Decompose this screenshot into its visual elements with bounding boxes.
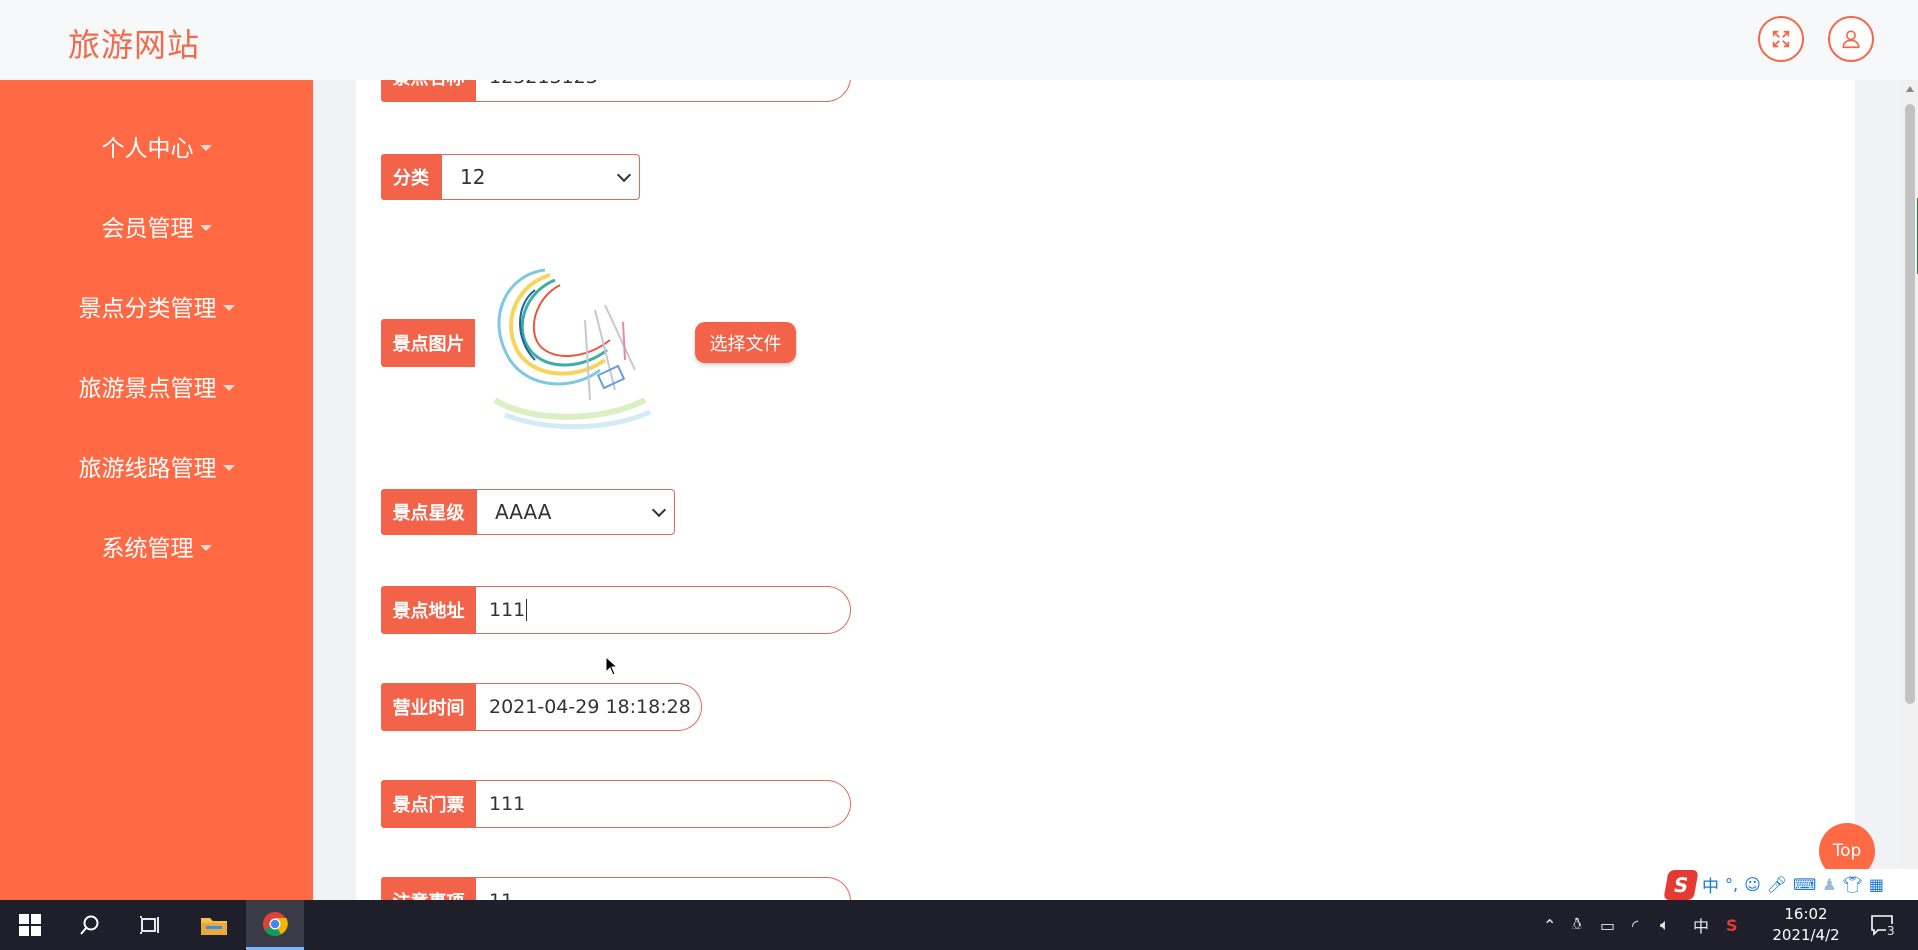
battery-icon[interactable]: ▭ (1600, 900, 1615, 950)
task-view-button[interactable] (128, 900, 172, 950)
sidebar-item-label: 系统管理 (101, 536, 194, 562)
task-view-icon (140, 916, 159, 934)
start-button[interactable] (8, 900, 52, 950)
form-row-name: 景点名称 123213123 (381, 80, 851, 102)
site-title[interactable]: 旅游网站 (68, 20, 200, 66)
sidebar-item-member-management[interactable]: 会员管理 (0, 206, 313, 246)
caret-down-icon (199, 545, 212, 551)
sidebar: 个人中心 会员管理 景点分类管理 旅游景点管理 旅游线路管理 系统管理 (0, 80, 313, 900)
attraction-image-preview (475, 250, 665, 440)
wifi-icon[interactable]: ◜ (1632, 900, 1638, 950)
category-select-value: 12 (460, 165, 486, 189)
form-row-hours: 营业时间 2021-04-29 18:18:28 (381, 683, 702, 731)
notification-center-button[interactable]: 3 (1870, 900, 1896, 950)
chevron-down-icon (616, 167, 632, 182)
search-icon (80, 915, 99, 935)
category-select[interactable]: 12 (441, 154, 640, 200)
page-scrollbar[interactable] (1902, 80, 1918, 900)
clock[interactable]: 16:02 2021/4/2 (1758, 904, 1854, 946)
keyboard-icon[interactable]: ⌨ (1793, 875, 1816, 894)
sidebar-item-personal-center[interactable]: 个人中心 (0, 126, 313, 166)
form-row-category: 分类 12 (381, 154, 640, 200)
form-row-notes: 注意事项 11 (381, 877, 851, 900)
form-row-ticket: 景点门票 111 (381, 780, 851, 828)
volume-icon[interactable]: 🔈︎ (1660, 900, 1670, 950)
windows-taskbar: ⌃ 🐧︎ ▭ ◜ 🔈︎ 中 S 16:02 2021/4/2 3 (0, 900, 1918, 950)
rating-select[interactable]: AAAA (476, 489, 675, 535)
microphone-icon[interactable]: 🎤︎ (1767, 875, 1787, 894)
field-label: 分类 (381, 154, 441, 200)
caret-down-icon (222, 305, 235, 311)
ime-lang[interactable]: 中 (1702, 872, 1719, 897)
expand-icon (1772, 30, 1790, 48)
sidebar-item-category-management[interactable]: 景点分类管理 (0, 286, 313, 326)
notification-count: 3 (1886, 924, 1896, 938)
tray-chevron-up-icon[interactable]: ⌃ (1543, 900, 1556, 950)
field-label: 景点门票 (381, 780, 476, 828)
sidebar-item-label: 景点分类管理 (78, 296, 217, 322)
field-label: 注意事项 (381, 877, 476, 900)
sogou-logo-icon: S (1663, 869, 1699, 900)
sogou-tray-icon[interactable]: S (1726, 900, 1738, 950)
field-label: 景点图片 (381, 319, 476, 367)
address-input[interactable]: 111 (476, 586, 851, 634)
rating-select-value: AAAA (495, 500, 552, 524)
name-input[interactable]: 123213123 (476, 80, 851, 102)
caret-down-icon (199, 145, 212, 151)
caret-down-icon (222, 385, 235, 391)
form-row-address: 景点地址 111 (381, 586, 851, 634)
hours-input[interactable]: 2021-04-29 18:18:28 (476, 683, 702, 731)
clock-time: 16:02 (1784, 905, 1828, 923)
chevron-down-icon (651, 502, 667, 517)
emoji-icon[interactable]: ☺ (1744, 875, 1761, 894)
scroll-thumb[interactable] (1905, 104, 1915, 704)
sidebar-item-route-management[interactable]: 旅游线路管理 (0, 446, 313, 486)
qq-icon[interactable]: 🐧︎ (1572, 900, 1582, 950)
clock-date: 2021/4/2 (1772, 926, 1840, 944)
text-caret (526, 599, 528, 621)
mouse-cursor-icon (605, 656, 619, 676)
sidebar-item-attraction-management[interactable]: 旅游景点管理 (0, 366, 313, 406)
form-card: 景点名称 123213123 分类 12 景点图片 选择文件 景点星级 AAAA (356, 80, 1855, 900)
user-icon (1842, 30, 1860, 49)
file-explorer-button[interactable] (190, 900, 238, 950)
sidebar-item-label: 旅游线路管理 (78, 456, 217, 482)
address-value: 111 (489, 599, 526, 621)
skin-icon[interactable]: 👕︎ (1843, 875, 1863, 894)
sidebar-item-label: 旅游景点管理 (78, 376, 217, 402)
sidebar-item-label: 个人中心 (101, 136, 194, 162)
form-row-rating: 景点星级 AAAA (381, 489, 675, 535)
ime-toolbar[interactable]: S 中 °, ☺ 🎤︎ ⌨ ♟ 👕︎ ▦ (1663, 869, 1918, 900)
scroll-up-icon[interactable] (1906, 86, 1914, 92)
user-icon[interactable]: ♟ (1822, 875, 1836, 894)
user-button[interactable] (1828, 16, 1874, 62)
grid-icon[interactable]: ▦ (1869, 875, 1884, 894)
field-label: 营业时间 (381, 683, 476, 731)
field-label: 景点星级 (381, 489, 476, 535)
fullscreen-button[interactable] (1758, 16, 1804, 62)
field-label: 景点地址 (381, 586, 476, 634)
top-header: 旅游网站 (0, 0, 1918, 80)
choose-file-button[interactable]: 选择文件 (695, 322, 796, 363)
field-label: 景点名称 (381, 80, 476, 102)
ime-punct[interactable]: °, (1725, 875, 1738, 894)
chrome-icon (263, 911, 288, 936)
folder-icon (201, 918, 227, 935)
tray-ime-lang[interactable]: 中 (1693, 900, 1709, 950)
search-button[interactable] (68, 900, 112, 950)
chrome-taskbar-button[interactable] (246, 900, 304, 950)
windows-icon (19, 914, 41, 936)
sidebar-item-label: 会员管理 (101, 216, 194, 242)
caret-down-icon (199, 225, 212, 231)
ticket-input[interactable]: 111 (476, 780, 851, 828)
notes-input[interactable]: 11 (476, 877, 851, 900)
sidebar-item-system-management[interactable]: 系统管理 (0, 526, 313, 566)
form-row-image: 景点图片 (381, 319, 476, 367)
caret-down-icon (222, 465, 235, 471)
